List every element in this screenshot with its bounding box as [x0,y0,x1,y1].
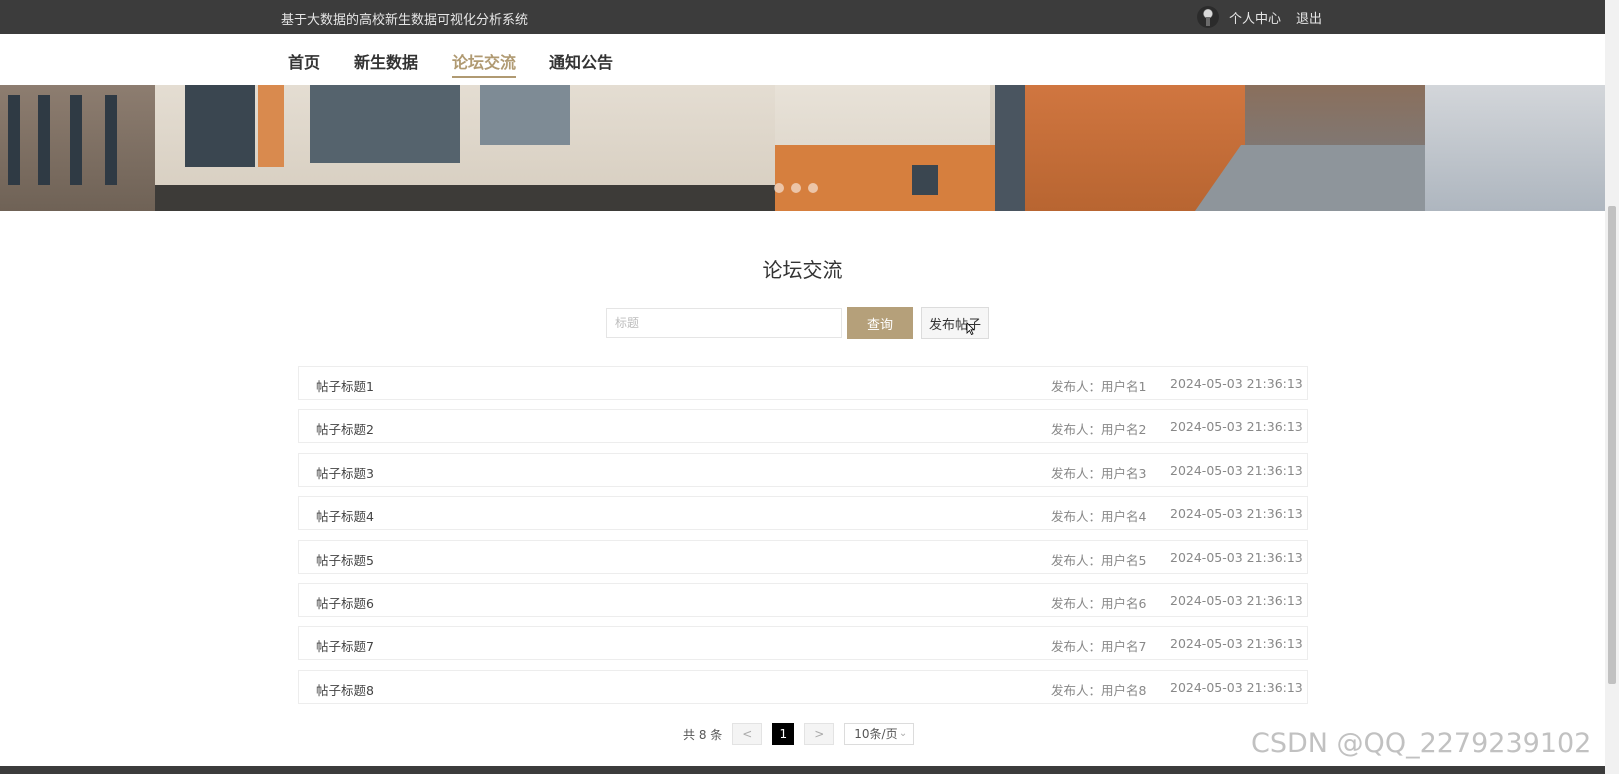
post-author: 发布人：用户名5 [1051,552,1147,568]
next-page-button[interactable]: > [804,723,835,745]
site-title: 基于大数据的高校新生数据可视化分析系统 [281,13,529,28]
post-time: 2024-05-03 21:36:13 [1170,419,1303,435]
chevron-down-icon: ⌄ [898,728,908,739]
nav-freshman-data[interactable]: 新生数据 [354,49,418,76]
post-author: 发布人：用户名3 [1051,465,1147,481]
post-author: 发布人：用户名4 [1051,509,1147,525]
prev-page-button[interactable]: < [732,723,763,745]
post-time: 2024-05-03 21:36:13 [1170,679,1303,695]
post-list: 帖子标题1 发布人：用户名1 2024-05-03 21:36:13 帖子标题2… [298,366,1308,713]
search-input[interactable] [606,308,842,338]
list-item[interactable]: 帖子标题3 发布人：用户名3 2024-05-03 21:36:13 [298,452,1308,487]
post-time: 2024-05-03 21:36:13 [1170,506,1303,522]
post-title[interactable]: 帖子标题1 [316,376,374,395]
post-time: 2024-05-03 21:36:13 [1170,462,1303,478]
list-item[interactable]: 帖子标题4 发布人：用户名4 2024-05-03 21:36:13 [298,496,1308,531]
post-author: 发布人：用户名1 [1051,379,1147,394]
page-scrollbar[interactable] [1605,0,1619,774]
page-size-value: 10条/页 [854,727,898,741]
mouse-cursor-icon [966,322,975,335]
logout-link[interactable]: 退出 [1296,8,1322,27]
top-bar: 基于大数据的高校新生数据可视化分析系统 个人中心 退出 [0,0,1605,34]
carousel-dots [774,183,825,193]
post-title[interactable]: 帖子标题3 [316,463,374,482]
main-nav: 首页 新生数据 论坛交流 通知公告 [0,34,1605,85]
post-author: 发布人：用户名7 [1051,639,1147,655]
post-time: 2024-05-03 21:36:13 [1170,376,1303,391]
watermark: CSDN @QQ_2279239102 [1251,728,1592,759]
list-item[interactable]: 帖子标题5 发布人：用户名5 2024-05-03 21:36:13 [298,539,1308,574]
post-title[interactable]: 帖子标题2 [316,419,374,438]
post-time: 2024-05-03 21:36:13 [1170,636,1303,652]
page-title: 论坛交流 [762,258,843,282]
page-number-current[interactable]: 1 [772,723,795,745]
scrollbar-thumb[interactable] [1608,206,1616,684]
post-title[interactable]: 帖子标题7 [316,636,374,655]
post-author: 发布人：用户名8 [1051,682,1147,698]
avatar[interactable] [1197,6,1219,28]
list-item[interactable]: 帖子标题6 发布人：用户名6 2024-05-03 21:36:13 [298,582,1308,617]
nav-home[interactable]: 首页 [288,49,320,76]
list-item[interactable]: 帖子标题2 发布人：用户名2 2024-05-03 21:36:13 [298,409,1308,444]
post-author: 发布人：用户名2 [1051,422,1147,438]
banner-carousel[interactable] [0,85,1605,211]
post-title[interactable]: 帖子标题5 [316,550,374,569]
pagination: 共 8 条 < 1 > 10条/页 ⌄ [683,723,915,745]
list-item[interactable]: 帖子标题7 发布人：用户名7 2024-05-03 21:36:13 [298,626,1308,661]
post-author: 发布人：用户名6 [1051,595,1147,611]
post-title[interactable]: 帖子标题6 [316,593,374,612]
list-item[interactable]: 帖子标题8 发布人：用户名8 2024-05-03 21:36:13 [298,669,1308,704]
user-area: 个人中心 退出 [1197,6,1337,28]
footer-strip [0,766,1605,774]
query-button[interactable]: 查询 [847,307,913,339]
post-time: 2024-05-03 21:36:13 [1170,549,1303,565]
profile-link[interactable]: 个人中心 [1229,8,1281,27]
post-title[interactable]: 帖子标题8 [316,680,374,699]
publish-post-button[interactable]: 发布帖子 [921,307,989,339]
carousel-dot-1[interactable] [774,183,784,193]
page-size-select[interactable]: 10条/页 ⌄ [844,723,915,745]
nav-forum[interactable]: 论坛交流 [452,49,517,78]
post-title[interactable]: 帖子标题4 [316,506,374,525]
carousel-dot-2[interactable] [791,183,801,193]
pagination-total: 共 8 条 [683,727,723,742]
carousel-dot-3[interactable] [808,183,818,193]
post-time: 2024-05-03 21:36:13 [1170,592,1303,608]
nav-notices[interactable]: 通知公告 [549,49,613,76]
list-item[interactable]: 帖子标题1 发布人：用户名1 2024-05-03 21:36:13 [298,366,1308,400]
